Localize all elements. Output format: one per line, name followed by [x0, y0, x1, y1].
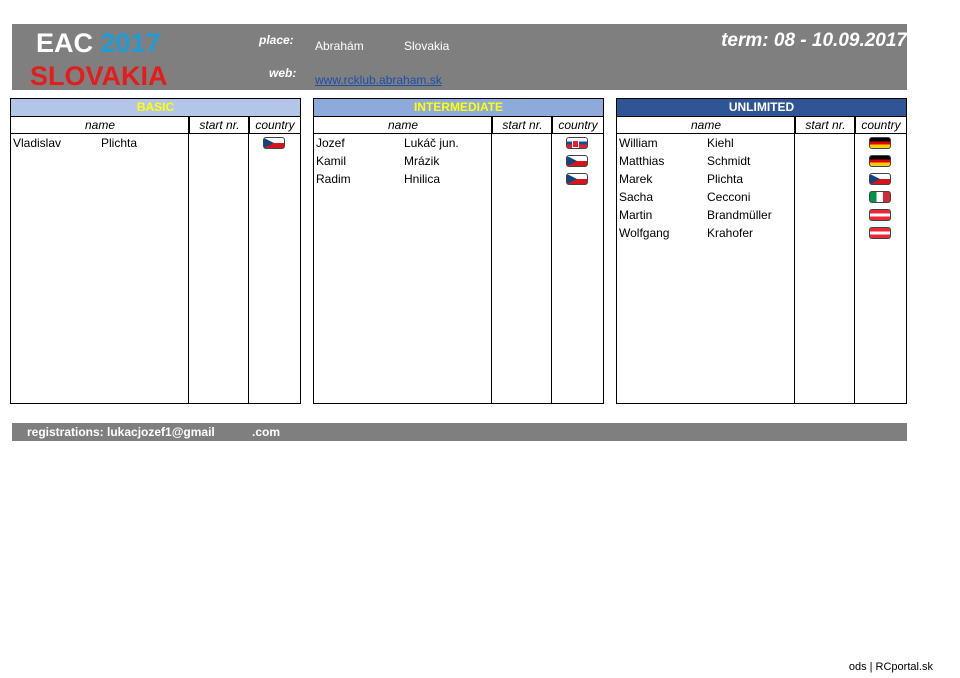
column-divider [188, 117, 189, 403]
web-link[interactable]: www.rcklub.abraham.sk [315, 73, 442, 87]
pilot-row: Wolfgang Krahofer [617, 224, 906, 242]
pilot-last-name: Mrázik [404, 154, 440, 168]
pilot-row: Radim Hnilica [314, 170, 603, 188]
czech-flag-icon [566, 155, 588, 167]
registration-email-domain: .com [252, 425, 281, 439]
place-label: place: [259, 33, 294, 47]
pilot-first-name: Martin [619, 208, 653, 222]
pilot-first-name: Sacha [619, 190, 654, 204]
pilot-first-name: Matthias [619, 154, 665, 168]
pilot-last-name: Plichta [707, 172, 744, 186]
czech-flag-icon [869, 173, 891, 185]
column-start-header: start nr. [795, 117, 855, 134]
column-name-header: name [11, 117, 189, 134]
pilot-row: William Kiehl [617, 134, 906, 152]
place-town: Abrahám [315, 39, 364, 53]
category-intermediate-table: INTERMEDIATE name start nr. country Joze… [313, 98, 604, 404]
registration-bar: registrations: lukacjozef1@gmail .com [12, 423, 907, 441]
registration-email: registrations: lukacjozef1@gmail [27, 425, 215, 439]
category-basic-table: BASIC name start nr. country Vladislav P… [10, 98, 301, 404]
source-credit: ods | RCportal.sk [848, 661, 933, 673]
header-bar: EAC 2017 SLOVAKIA place: Abrahám Slovaki… [12, 24, 907, 91]
pilot-last-name: Lukáč jun. [404, 136, 459, 150]
pilot-first-name: Kamil [316, 154, 347, 168]
pilot-first-name: Marek [619, 172, 653, 186]
pilot-first-name: Wolfgang [619, 226, 670, 240]
pilot-last-name: Cecconi [707, 190, 751, 204]
pilot-first-name: Vladislav [13, 136, 62, 150]
event-year: 2017 [100, 28, 161, 58]
german-flag-icon [869, 155, 891, 167]
slovak-flag-icon [566, 137, 588, 149]
italian-flag-icon [869, 191, 891, 203]
pilot-row: Jozef Lukáč jun. [314, 134, 603, 152]
category-title: UNLIMITED [617, 99, 906, 117]
column-country-header: country [552, 117, 603, 134]
column-start-header: start nr. [189, 117, 249, 134]
pilot-first-name: Radim [316, 172, 351, 186]
column-country-header: country [249, 117, 300, 134]
pilot-first-name: William [619, 136, 658, 150]
term-dates: term: 08 - 10.09.2017 [721, 30, 907, 51]
pilot-row: Vladislav Plichta [11, 134, 300, 152]
czech-flag-icon [263, 137, 285, 149]
pilot-last-name: Kiehl [707, 136, 734, 150]
czech-flag-icon [566, 173, 588, 185]
austrian-flag-icon [869, 227, 891, 239]
pilot-row: Kamil Mrázik [314, 152, 603, 170]
category-unlimited-table: UNLIMITED name start nr. country William… [616, 98, 907, 404]
category-title: INTERMEDIATE [314, 99, 603, 117]
category-title: BASIC [11, 99, 300, 117]
pilot-row: Martin Brandmüller [617, 206, 906, 224]
pilot-last-name: Plichta [101, 136, 138, 150]
pilot-last-name: Krahofer [707, 226, 754, 240]
column-name-header: name [617, 117, 795, 134]
web-label: web: [269, 66, 297, 80]
column-start-header: start nr. [492, 117, 552, 134]
event-country: SLOVAKIA [30, 61, 168, 91]
pilot-last-name: Hnilica [404, 172, 441, 186]
austrian-flag-icon [869, 209, 891, 221]
event-title: EAC 2017 [36, 28, 161, 59]
pilot-last-name: Brandmüller [707, 208, 772, 222]
pilot-first-name: Jozef [316, 136, 345, 150]
pilot-row: Marek Plichta [617, 170, 906, 188]
pilot-row: Sacha Cecconi [617, 188, 906, 206]
german-flag-icon [869, 137, 891, 149]
pilot-row: Matthias Schmidt [617, 152, 906, 170]
place-country: Slovakia [404, 39, 450, 53]
event-abbr: EAC [36, 28, 94, 58]
column-divider [248, 117, 249, 403]
pilot-last-name: Schmidt [707, 154, 751, 168]
column-country-header: country [855, 117, 906, 134]
column-name-header: name [314, 117, 492, 134]
